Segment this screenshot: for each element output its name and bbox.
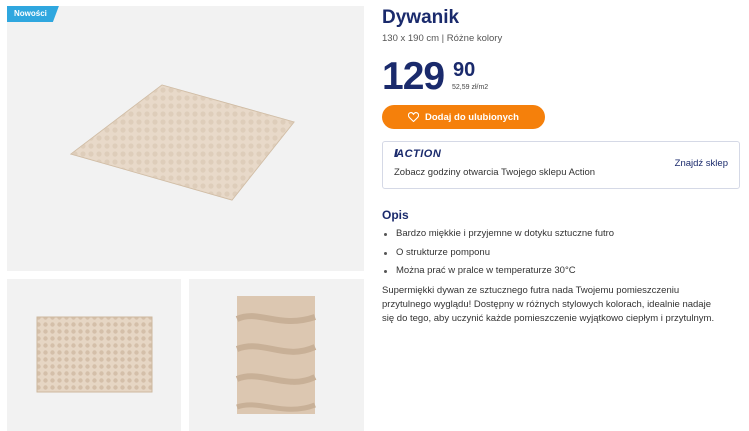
price-block: 129 90 52,59 zł/m2 [382, 55, 582, 101]
new-badge: Nowości [7, 6, 59, 22]
thumbnail-2[interactable] [189, 279, 364, 431]
rug-image-thumb-flat [36, 316, 153, 393]
thumbnail-1[interactable] [7, 279, 181, 431]
product-subtitle: 130 x 190 cm | Różne kolory [382, 33, 503, 44]
find-store-link[interactable]: Znajdź sklep [675, 158, 728, 169]
main-product-image[interactable]: Nowości [7, 6, 364, 271]
description-heading: Opis [382, 208, 409, 222]
description-text: Supermiękki dywan ze sztucznego futra na… [382, 285, 715, 324]
action-logo: //ACTION [394, 148, 442, 160]
heart-icon [408, 112, 420, 122]
add-to-favorites-button[interactable]: Dodaj do ulubionych [382, 105, 545, 129]
rug-image-thumb-closeup [235, 296, 317, 414]
feature-item: Bardzo miękkie i przyjemne w dotyku sztu… [382, 225, 614, 244]
store-hours-text: Zobacz godziny otwarcia Twojego sklepu A… [394, 167, 596, 178]
product-gallery: Nowości [0, 0, 370, 431]
product-title: Dywanik [382, 7, 460, 28]
feature-item: Można prać w pralce w temperaturze 30°C [382, 262, 614, 281]
rug-image-main [69, 84, 295, 201]
unit-price: 52,59 zł/m2 [452, 84, 489, 91]
feature-item: O strukturze pomponu [382, 244, 614, 263]
feature-list: Bardzo miękkie i przyjemne w dotyku sztu… [382, 225, 614, 281]
price-integer: 129 [382, 55, 445, 98]
store-hours-box: //ACTION Zobacz godziny otwarcia Twojego… [382, 141, 740, 189]
price-decimal: 90 [453, 59, 476, 81]
add-to-favorites-label: Dodaj do ulubionych [425, 111, 519, 123]
